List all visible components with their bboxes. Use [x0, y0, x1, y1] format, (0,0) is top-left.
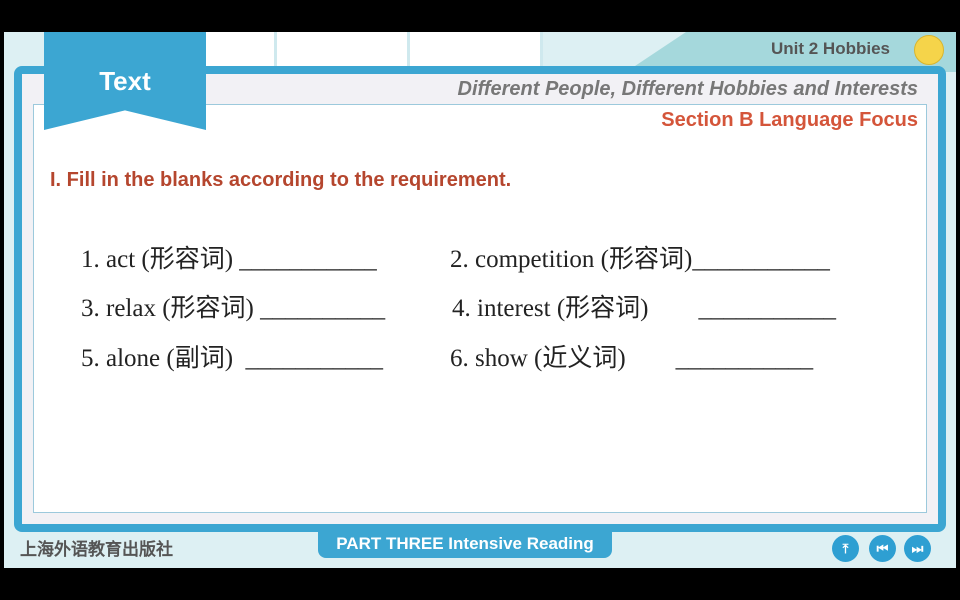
section-title: Section B Language Focus [661, 109, 918, 131]
exercise-item: 6. show (近义词) ___________ [450, 345, 814, 372]
exercise-item: 1. act (形容词) ___________ [81, 246, 377, 273]
publisher: 上海外语教育出版社 [20, 540, 173, 559]
exercise-item: 5. alone (副词) ___________ [81, 345, 384, 372]
exercise-item: 3. relax (形容词) __________ [81, 295, 386, 322]
tab-label: Text [99, 66, 151, 96]
unit-title: Unit 2 Hobbies [770, 39, 890, 58]
next-icon[interactable]: ⏭ [904, 535, 931, 562]
exercise-item: 2. competition (形容词)___________ [450, 246, 830, 273]
home-up-icon[interactable]: ⤒ [832, 535, 859, 562]
slide: Unit 2 Hobbies Different People, Differe… [4, 32, 956, 568]
panel: Different People, Different Hobbies and … [22, 74, 938, 524]
content-box: Section B Language Focus I. Fill in the … [33, 104, 927, 513]
previous-icon[interactable]: ⏮ [869, 535, 896, 562]
instruction: I. Fill in the blanks according to the r… [50, 169, 512, 191]
part-tab[interactable]: PART THREE Intensive Reading [318, 532, 612, 558]
exercise-item: 4. interest (形容词) ___________ [452, 295, 836, 322]
slide-frame: Different People, Different Hobbies and … [14, 66, 946, 532]
bee-mascot-icon [914, 35, 944, 65]
lesson-subtitle: Different People, Different Hobbies and … [457, 78, 918, 100]
